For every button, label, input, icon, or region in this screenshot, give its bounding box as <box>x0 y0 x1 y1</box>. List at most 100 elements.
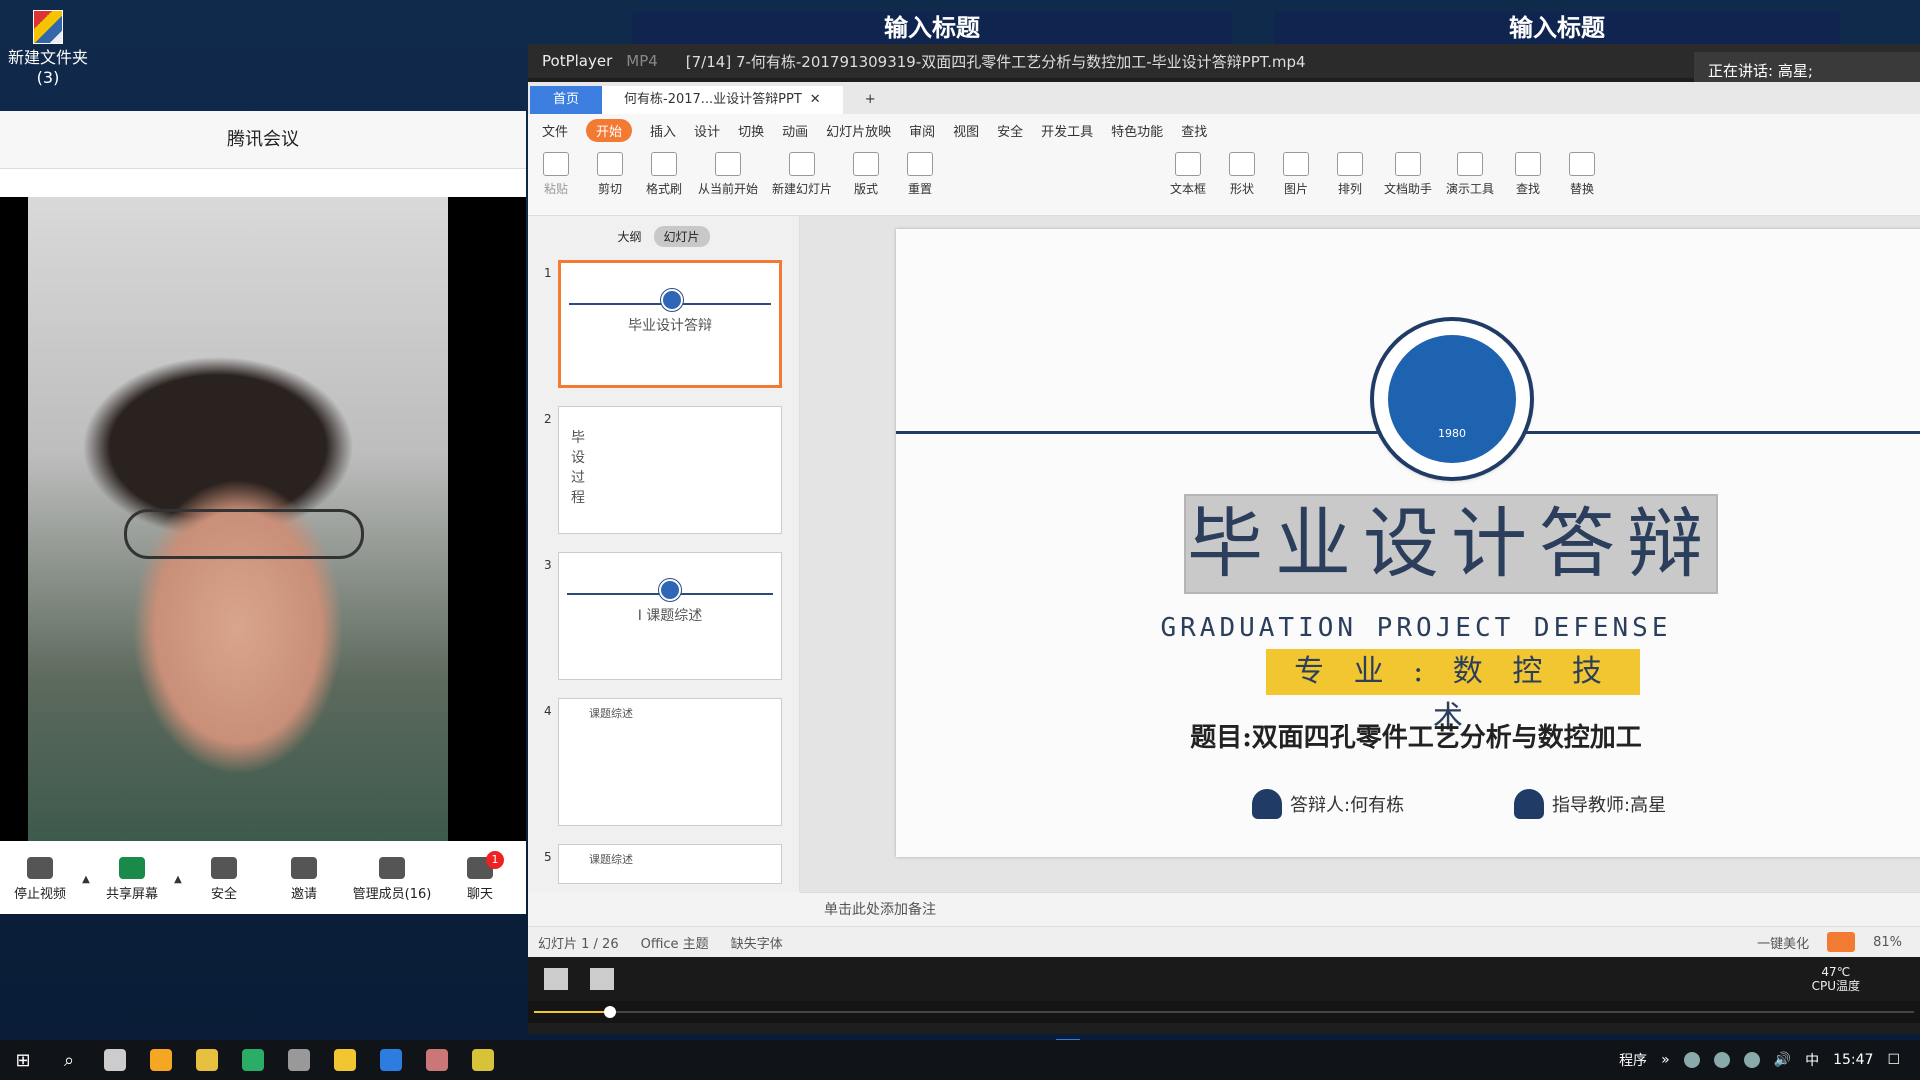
doc-assistant-button[interactable]: 文档助手 <box>1384 152 1432 197</box>
zoom-level[interactable]: 81% <box>1873 935 1902 950</box>
clock[interactable]: 15:47 <box>1833 1052 1873 1068</box>
menu-start[interactable]: 开始 <box>586 118 633 142</box>
layout-button[interactable]: 版式 <box>846 152 886 197</box>
windows-start-icon[interactable]: ⊞ <box>0 1040 46 1080</box>
menu-view[interactable]: 视图 <box>953 121 979 140</box>
tray-app-icon[interactable] <box>1743 1052 1760 1068</box>
replace-icon <box>1569 152 1596 176</box>
ime-indicator[interactable]: 中 <box>1805 1050 1819 1070</box>
menu-developer[interactable]: 开发工具 <box>1041 121 1093 140</box>
slide-english-title: GRADUATION PROJECT DEFENSE <box>1160 613 1672 643</box>
menu-file[interactable]: 文件 <box>542 121 568 140</box>
menu-animation[interactable]: 动画 <box>782 121 808 140</box>
tray-programs[interactable]: 程序 <box>1619 1050 1647 1070</box>
reset-label: 重置 <box>908 182 933 196</box>
tab-home[interactable]: 首页 <box>530 86 602 114</box>
replace-button[interactable]: 替换 <box>1562 152 1602 197</box>
notification-icon[interactable]: ☐ <box>1887 1052 1900 1068</box>
reset-button[interactable]: 重置 <box>900 152 940 197</box>
app-icon[interactable] <box>184 1040 230 1080</box>
menu-features[interactable]: 特色功能 <box>1111 121 1163 140</box>
video-taskbar: 47℃ CPU温度 <box>528 957 1920 1061</box>
thumb-title: 毕设过程 <box>571 430 585 506</box>
seek-bar[interactable] <box>528 1001 1920 1023</box>
app-icon[interactable] <box>276 1040 322 1080</box>
close-icon[interactable]: ✕ <box>810 86 821 114</box>
search-icon <box>1515 152 1542 176</box>
stop-video-button[interactable]: 停止视频 <box>0 856 80 902</box>
security-button[interactable]: 安全 <box>184 856 264 902</box>
advisor-line: 指导教师:高星 <box>1514 789 1666 819</box>
app-icon[interactable] <box>368 1040 414 1080</box>
tab-outline[interactable]: 大纲 <box>617 228 641 245</box>
new-tab-button[interactable]: + <box>843 86 898 114</box>
college-logo-icon <box>661 289 683 311</box>
app-icon[interactable] <box>414 1040 460 1080</box>
paste-button[interactable]: 粘贴 <box>536 152 576 197</box>
textbox-button[interactable]: 文本框 <box>1168 152 1208 197</box>
video-options-caret[interactable]: ▲ <box>80 874 92 885</box>
volume-icon[interactable]: 🔊 <box>1774 1052 1791 1068</box>
menu-design[interactable]: 设计 <box>694 121 720 140</box>
menu-search[interactable]: 查找 <box>1181 121 1207 140</box>
tray-app-icon[interactable] <box>1683 1052 1700 1068</box>
shape-button[interactable]: 形状 <box>1222 152 1262 197</box>
tab-document[interactable]: 何有栋-2017...业设计答辩PPT ✕ <box>602 86 843 114</box>
slide-thumbnail-4[interactable]: 课题综述 <box>558 698 782 826</box>
menu-review[interactable]: 审阅 <box>909 121 935 140</box>
play-slideshow-icon[interactable] <box>1827 932 1856 952</box>
folder-icon <box>196 1049 218 1071</box>
missing-font[interactable]: 缺失字体 <box>731 933 783 952</box>
student-icon <box>1252 789 1282 819</box>
seek-handle[interactable] <box>603 1006 616 1018</box>
thumb-number: 1 <box>544 266 552 280</box>
search-icon[interactable]: ⌕ <box>46 1040 92 1080</box>
presentation-tools-button[interactable]: 演示工具 <box>1446 152 1494 197</box>
play-from-current-button[interactable]: 从当前开始 <box>698 152 758 197</box>
find-button[interactable]: 查找 <box>1508 152 1548 197</box>
app-icon[interactable] <box>230 1040 276 1080</box>
presentation-tools-label: 演示工具 <box>1446 182 1495 196</box>
wechat-icon <box>242 1049 264 1071</box>
layout-icon <box>853 152 880 176</box>
app-icon[interactable] <box>322 1040 368 1080</box>
menu-transition[interactable]: 切换 <box>738 121 764 140</box>
app-icon[interactable] <box>138 1040 184 1080</box>
folder-label-line1: 新建文件夹 <box>7 48 88 67</box>
tray-expand-icon[interactable]: » <box>1661 1052 1670 1068</box>
arrange-button[interactable]: 排列 <box>1330 152 1370 197</box>
menu-slideshow[interactable]: 幻灯片放映 <box>826 121 891 140</box>
menu-security[interactable]: 安全 <box>997 121 1023 140</box>
presenter-line: 答辩人:何有栋 <box>1252 789 1404 819</box>
theme-name[interactable]: Office 主题 <box>641 933 709 952</box>
menu-insert[interactable]: 插入 <box>650 121 676 140</box>
share-screen-button[interactable]: 共享屏幕 <box>92 856 172 902</box>
meeting-toolbar: 停止视频 ▲ 共享屏幕 ▲ 安全 邀请 管理成员(16) 1 聊天 <box>0 844 526 914</box>
glasses-shape <box>124 509 364 559</box>
tray-app-icon[interactable] <box>1713 1052 1730 1068</box>
scissors-icon <box>597 152 623 176</box>
slide-thumbnail-1[interactable]: 毕业设计答辩 <box>558 260 782 388</box>
cut-button[interactable]: 剪切 <box>590 152 630 197</box>
format-painter-button[interactable]: 格式刷 <box>644 152 684 197</box>
new-slide-button[interactable]: 新建幻灯片 <box>772 152 832 197</box>
share-options-caret[interactable]: ▲ <box>172 874 184 885</box>
chat-button[interactable]: 1 聊天 <box>440 850 520 902</box>
notes-field[interactable]: 单击此处添加备注 <box>800 892 1920 926</box>
slide-thumbnail-3[interactable]: I 课题综述 <box>558 552 782 680</box>
beautify-button[interactable]: 一键美化 <box>1757 933 1809 952</box>
slide-thumbnail-2[interactable]: 毕设过程 <box>558 406 782 534</box>
current-slide[interactable]: 1980 毕业设计答辩 GRADUATION PROJECT DEFENSE 专… <box>896 229 1920 857</box>
player-brand[interactable]: PotPlayer <box>528 52 626 70</box>
slide-thumbnail-5[interactable]: 课题综述 <box>558 844 782 884</box>
desktop-folder-icon[interactable]: 新建文件夹 (3) <box>4 6 92 88</box>
tab-slides[interactable]: 幻灯片 <box>653 225 710 247</box>
thumb-number: 2 <box>544 412 552 426</box>
invite-button[interactable]: 邀请 <box>264 856 344 902</box>
app-icon[interactable] <box>92 1040 138 1080</box>
picture-button[interactable]: 图片 <box>1276 152 1316 197</box>
thumb-number: 4 <box>544 704 552 718</box>
background-title-1: 输入标题 <box>632 12 1232 44</box>
app-icon[interactable] <box>460 1040 506 1080</box>
manage-members-button[interactable]: 管理成员(16) <box>344 856 440 902</box>
